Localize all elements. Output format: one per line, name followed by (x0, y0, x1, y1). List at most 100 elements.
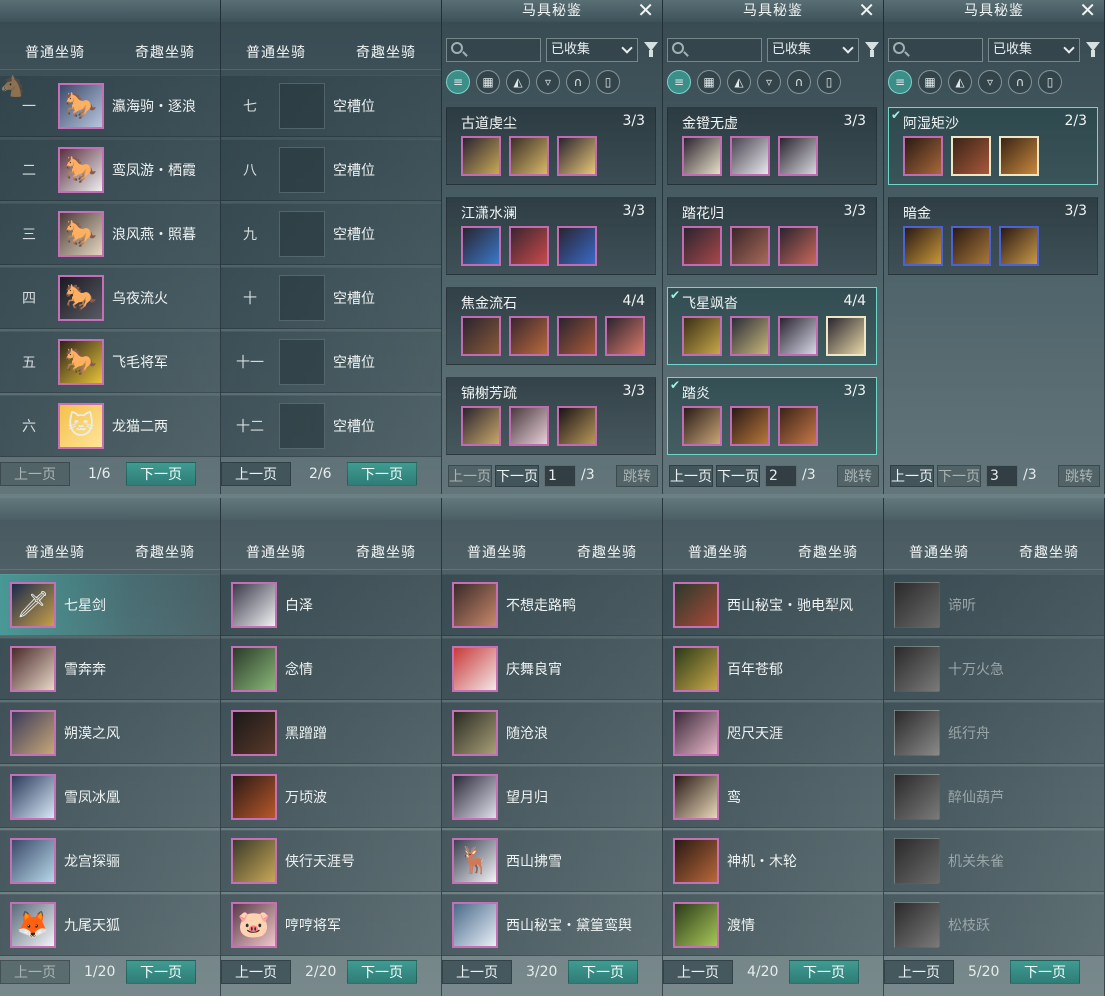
filter-barding-icon[interactable]: ▯ (817, 70, 841, 94)
next-page-button[interactable]: 下一页 (495, 465, 539, 487)
tack-item-icon[interactable] (778, 226, 818, 266)
mount-slot-row[interactable]: 十二 空槽位 (221, 395, 441, 457)
collection-filter-select[interactable]: 已收集 (988, 38, 1080, 62)
prev-page-button[interactable]: 上一页 (442, 960, 512, 984)
tack-set-card[interactable]: 踏花归 3/3 (667, 197, 877, 275)
mount-list-item[interactable]: 念情 (221, 638, 441, 700)
mount-list-item[interactable]: 龙宫探骊 (0, 830, 220, 892)
filter-barding-icon[interactable]: ▯ (596, 70, 620, 94)
mount-list-item[interactable]: 庆舞良宵 (442, 638, 662, 700)
tack-item-icon[interactable] (778, 136, 818, 176)
search-input[interactable] (888, 38, 983, 62)
filter-grid-icon[interactable]: ▦ (918, 70, 942, 94)
prev-page-button[interactable]: 上一页 (890, 465, 934, 487)
mount-list-item[interactable]: 不想走路鸭 (442, 574, 662, 636)
filter-stirrup-icon[interactable]: ∩ (787, 70, 811, 94)
next-page-button[interactable]: 下一页 (716, 465, 760, 487)
mount-list-item[interactable]: 万顷波 (221, 766, 441, 828)
mount-list-item[interactable]: 白泽 (221, 574, 441, 636)
close-icon[interactable]: ✕ (637, 0, 654, 22)
prev-page-button[interactable]: 上一页 (0, 462, 70, 486)
mount-slot-row[interactable]: 七 空槽位 (221, 75, 441, 137)
mount-list-item[interactable]: 黑蹭蹭 (221, 702, 441, 764)
mount-list-item-selected[interactable]: 🗡 七星剑 (0, 574, 220, 636)
tack-set-card[interactable]: 锦榭芳疏 3/3 (446, 377, 656, 455)
tack-item-icon[interactable] (461, 136, 501, 176)
tack-item-icon[interactable] (509, 136, 549, 176)
tack-item-icon[interactable] (999, 226, 1039, 266)
next-page-button[interactable]: 下一页 (568, 960, 638, 984)
tab-normal-mounts[interactable]: 普通坐骑 (663, 542, 773, 562)
mount-list-item[interactable]: 随沧浪 (442, 702, 662, 764)
tab-normal-mounts[interactable]: 普通坐骑 (884, 542, 994, 562)
tack-item-icon[interactable] (509, 316, 549, 356)
mount-list-item[interactable]: 咫尺天涯 (663, 702, 883, 764)
tack-item-icon[interactable] (557, 136, 597, 176)
mount-slot-row[interactable]: 六 🐱 龙猫二两 (0, 395, 220, 457)
filter-funnel-icon[interactable] (1086, 42, 1100, 57)
page-number-input[interactable]: 3 (986, 465, 1018, 487)
prev-page-button[interactable]: 上一页 (663, 960, 733, 984)
mount-slot-row[interactable]: 九 空槽位 (221, 203, 441, 265)
page-number-input[interactable]: 1 (544, 465, 576, 487)
tack-item-icon[interactable] (557, 406, 597, 446)
mount-slot-row[interactable]: 十 空槽位 (221, 267, 441, 329)
filter-grid-icon[interactable]: ▦ (697, 70, 721, 94)
tab-fun-mounts[interactable]: 奇趣坐骑 (110, 542, 220, 562)
prev-page-button[interactable]: 上一页 (0, 960, 70, 984)
mount-slot-row[interactable]: 二 🐎 鸾凤游・栖霞 (0, 139, 220, 201)
filter-armor-icon[interactable]: ▿ (536, 70, 560, 94)
next-page-button[interactable]: 下一页 (937, 465, 981, 487)
mount-list-item-locked[interactable]: 机关朱雀 (884, 830, 1104, 892)
tack-set-card-completed[interactable]: ✔ 踏炎 3/3 (667, 377, 877, 455)
next-page-button[interactable]: 下一页 (126, 960, 196, 984)
mount-list-item[interactable]: 神机・木轮 (663, 830, 883, 892)
mount-list-item[interactable]: 西山秘宝・驰电犁风 (663, 574, 883, 636)
filter-grid-icon[interactable]: ▦ (476, 70, 500, 94)
mount-list-item[interactable]: 雪凤冰凰 (0, 766, 220, 828)
tack-set-card-completed[interactable]: ✔ 飞星飒沓 4/4 (667, 287, 877, 365)
filter-armor-icon[interactable]: ▿ (978, 70, 1002, 94)
mount-slot-row[interactable]: 三 🐎 浪风燕・照暮 (0, 203, 220, 265)
tack-item-icon[interactable] (461, 316, 501, 356)
tack-item-icon[interactable] (778, 406, 818, 446)
collection-filter-select[interactable]: 已收集 (546, 38, 638, 62)
close-icon[interactable]: ✕ (858, 0, 875, 22)
tack-set-card[interactable]: 江潇水澜 3/3 (446, 197, 656, 275)
filter-all-icon[interactable]: ≡ (667, 70, 691, 94)
mount-list-item[interactable]: 渡情 (663, 894, 883, 956)
mount-list-item[interactable]: 🐷 哼哼将军 (221, 894, 441, 956)
collection-filter-select[interactable]: 已收集 (767, 38, 859, 62)
prev-page-button[interactable]: 上一页 (669, 465, 713, 487)
jump-button[interactable]: 跳转 (837, 465, 879, 487)
tack-item-icon[interactable] (682, 406, 722, 446)
tab-normal-mounts[interactable]: 普通坐骑 (0, 542, 110, 562)
tack-item-icon[interactable] (951, 136, 991, 176)
mount-list-item[interactable]: 百年苍郁 (663, 638, 883, 700)
filter-barding-icon[interactable]: ▯ (1038, 70, 1062, 94)
mount-slot-row[interactable]: 八 空槽位 (221, 139, 441, 201)
tack-item-icon[interactable] (730, 226, 770, 266)
close-icon[interactable]: ✕ (1079, 0, 1096, 22)
filter-armor-icon[interactable]: ▿ (757, 70, 781, 94)
tab-fun-mounts[interactable]: 奇趣坐骑 (552, 542, 662, 562)
tack-item-icon[interactable] (682, 136, 722, 176)
next-page-button[interactable]: 下一页 (1010, 960, 1080, 984)
prev-page-button[interactable]: 上一页 (221, 462, 291, 486)
search-input[interactable] (667, 38, 762, 62)
tack-item-icon[interactable] (903, 136, 943, 176)
filter-saddle-icon[interactable]: ◭ (727, 70, 751, 94)
filter-funnel-icon[interactable] (865, 42, 879, 57)
mount-list-item[interactable]: 🦌 西山拂雪 (442, 830, 662, 892)
filter-funnel-icon[interactable] (644, 42, 658, 57)
mount-list-item-locked[interactable]: 谛听 (884, 574, 1104, 636)
mount-slot-row[interactable]: 十一 空槽位 (221, 331, 441, 393)
mount-list-item[interactable]: 🦊 九尾天狐 (0, 894, 220, 956)
tack-item-icon[interactable] (682, 316, 722, 356)
tack-item-icon[interactable] (605, 316, 645, 356)
mount-slot-row[interactable]: 五 🐎 飞毛将军 (0, 331, 220, 393)
tack-item-icon[interactable] (730, 406, 770, 446)
tack-item-icon[interactable] (999, 136, 1039, 176)
mount-list-item-locked[interactable]: 醉仙葫芦 (884, 766, 1104, 828)
mount-list-item[interactable]: 望月归 (442, 766, 662, 828)
